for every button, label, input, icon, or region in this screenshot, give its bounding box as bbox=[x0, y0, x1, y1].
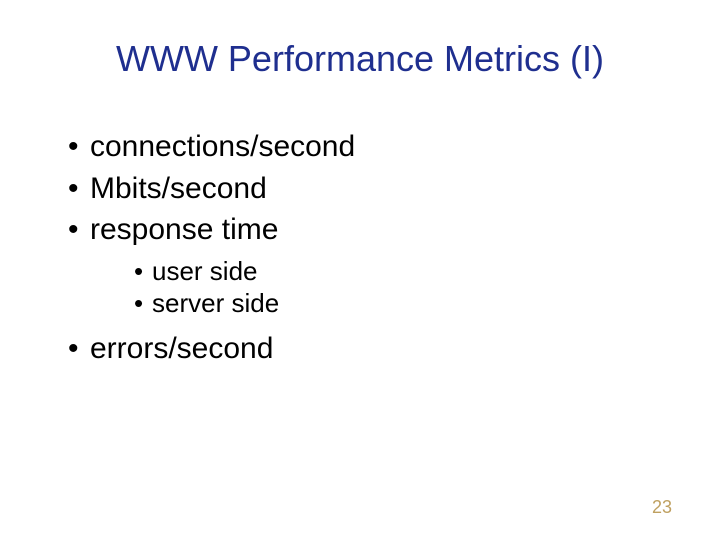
bullet-errors-per-second: errors/second bbox=[60, 330, 660, 368]
page-number: 23 bbox=[652, 497, 672, 518]
sub-bullet-server-side: server side bbox=[130, 287, 660, 320]
sub-bullets-response-time: user side server side bbox=[130, 255, 660, 320]
sub-bullet-user-side: user side bbox=[130, 255, 660, 288]
bullet-connections-per-second: connections/second bbox=[60, 128, 660, 166]
slide-body: connections/second Mbits/second response… bbox=[60, 128, 660, 371]
bullet-mbits-per-second: Mbits/second bbox=[60, 170, 660, 208]
bullet-response-time: response time bbox=[60, 211, 660, 249]
slide: WWW Performance Metrics (I) connections/… bbox=[0, 0, 720, 540]
slide-title: WWW Performance Metrics (I) bbox=[0, 38, 720, 80]
